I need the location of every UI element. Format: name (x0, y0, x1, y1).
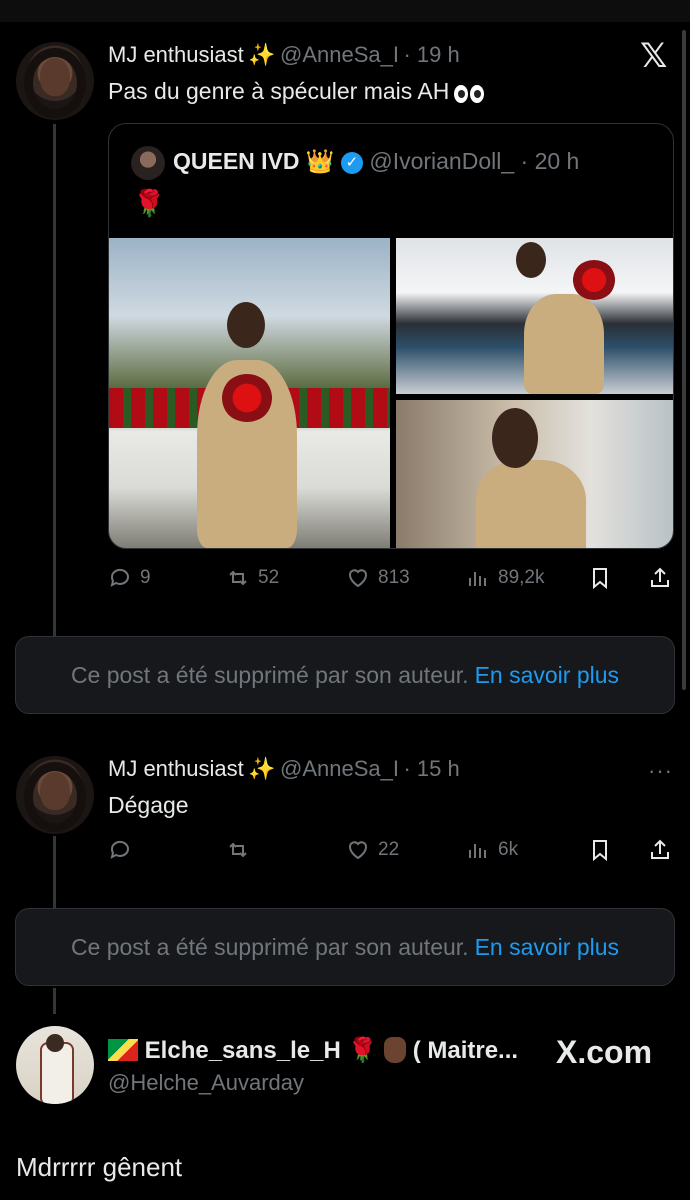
timestamp[interactable]: · 15 h (403, 756, 459, 781)
tweet-text: Mdrrrrr gênent (16, 1152, 183, 1182)
learn-more-link[interactable]: En savoir plus (475, 662, 619, 689)
timestamp[interactable]: · 19 h (403, 42, 459, 67)
sparkle-emoji: ✨ (248, 42, 276, 67)
reply-button[interactable]: 9 (108, 566, 151, 590)
views-button[interactable]: 89,2k (466, 566, 544, 590)
reply-button[interactable] (108, 838, 140, 862)
bookmark-icon (593, 568, 607, 590)
learn-more-link[interactable]: En savoir plus (475, 934, 619, 961)
repost-button[interactable]: 52 (226, 566, 279, 590)
author-name[interactable]: MJ enthusiast (108, 756, 244, 781)
view-count: 6k (498, 839, 519, 860)
views-chart-icon (469, 572, 486, 586)
x-close-icon[interactable]: 𝕏 (640, 36, 667, 76)
author-handle[interactable]: @AnneSa_I (280, 756, 399, 781)
share-icon (651, 567, 669, 587)
thread-line (53, 836, 56, 908)
deleted-notice-text: Ce post a été supprimé par son auteur. (70, 933, 469, 960)
bookmark-button[interactable] (588, 838, 612, 862)
x-com-brand: X.com (556, 1034, 653, 1070)
views-button[interactable]: 6k (466, 838, 518, 862)
tweet-text-row: Pas du genre à spéculer mais AH (108, 78, 484, 105)
avatar[interactable] (16, 42, 94, 120)
reply-count: 9 (140, 567, 151, 588)
quote-author-name[interactable]: QUEEN IVD (173, 148, 300, 174)
display-name-row: Elche_sans_le_H 🌹 ( Maitre... (108, 1036, 518, 1065)
tweet-text: Pas du genre à spéculer mais AH (108, 78, 450, 104)
scrollbar[interactable] (682, 30, 686, 690)
status-bar (0, 0, 690, 22)
avatar[interactable] (16, 756, 94, 834)
views-chart-icon (469, 844, 486, 858)
tweet-header: MJ enthusiast ✨ @AnneSa_I · 19 h (108, 42, 460, 68)
raised-hand-icon (384, 1037, 407, 1063)
author-handle[interactable]: @Helche_Auvarday (108, 1070, 304, 1096)
share-icon (651, 839, 669, 859)
reply-icon (110, 568, 129, 587)
heart-icon (349, 841, 367, 860)
display-name[interactable]: Elche_sans_le_H (145, 1037, 341, 1064)
repost-count: 52 (258, 567, 280, 588)
tweet-header: MJ enthusiast ✨ @AnneSa_I · 15 h (108, 756, 460, 782)
display-name-suffix: ( Maitre... (412, 1037, 519, 1064)
share-button[interactable] (648, 566, 672, 590)
like-count: 813 (378, 567, 410, 588)
repost-icon (229, 842, 247, 858)
tweet-actions: 22 6k (108, 838, 678, 868)
congo-flag-icon (108, 1039, 138, 1061)
view-count: 89,2k (498, 567, 545, 588)
thread-line (53, 124, 56, 636)
eyes-emoji (453, 84, 484, 105)
quoted-tweet[interactable]: QUEEN IVD 👑 ✓ @IvorianDoll_ · 20 h 🌹 (108, 123, 674, 549)
share-button[interactable] (648, 838, 672, 862)
bookmark-icon (593, 840, 607, 862)
like-count: 22 (378, 839, 400, 860)
photo-woman-selfie[interactable] (396, 400, 673, 548)
verified-badge-icon: ✓ (340, 152, 363, 174)
quote-timestamp[interactable]: · 20 h (521, 148, 580, 174)
reply-icon (110, 840, 129, 859)
bookmark-button[interactable] (588, 566, 612, 590)
sparkle-emoji: ✨ (248, 756, 276, 781)
avatar[interactable] (16, 1026, 94, 1104)
deleted-post-notice: Ce post a été supprimé par son auteur. E… (15, 908, 675, 986)
quote-avatar[interactable] (131, 146, 165, 180)
thread-line (53, 988, 56, 1014)
author-handle[interactable]: @AnneSa_I (280, 42, 399, 67)
rose-emoji: 🌹 (347, 1037, 378, 1064)
crown-emoji: 👑 (305, 148, 335, 174)
media-grid (109, 238, 673, 548)
tweet-text: Dégage (108, 792, 189, 818)
rose-emoji: 🌹 (133, 188, 166, 218)
like-button[interactable]: 22 (346, 838, 399, 862)
quote-header: QUEEN IVD 👑 ✓ @IvorianDoll_ · 20 h (173, 148, 579, 175)
more-options-icon[interactable]: ··· (648, 758, 673, 784)
like-button[interactable]: 813 (346, 566, 410, 590)
photo-woman-garden[interactable] (109, 238, 390, 548)
quote-handle[interactable]: @IvorianDoll_ (369, 148, 514, 174)
tweet-actions: 9 52 813 89,2k (108, 566, 678, 596)
deleted-notice-text: Ce post a été supprimé par son auteur. (70, 661, 469, 688)
heart-icon (349, 569, 367, 588)
photo-woman-yacht[interactable] (396, 238, 673, 394)
author-name[interactable]: MJ enthusiast (108, 42, 244, 67)
deleted-post-notice: Ce post a été supprimé par son auteur. E… (15, 636, 675, 714)
repost-icon (229, 570, 247, 586)
repost-button[interactable] (226, 838, 258, 862)
